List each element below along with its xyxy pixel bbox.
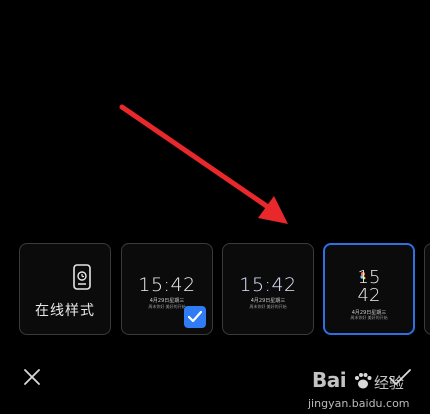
clock-style-card-3[interactable]: 15 42 4月29日星期三 周末你好 美好的开始 (323, 243, 415, 335)
watermark-brand: Bai (312, 368, 347, 392)
online-styles-card[interactable]: 在线样式 (19, 243, 111, 335)
checkmark-icon (187, 310, 203, 323)
clock-date: 4月29日星期三 (250, 298, 286, 304)
clock-style-card-4[interactable] (424, 243, 430, 335)
online-styles-label: 在线样式 (35, 303, 95, 319)
watermark-suffix: 经验 (374, 374, 405, 392)
clock-minute: 42 (357, 285, 381, 306)
clock-subtitle: 周末你好 美好的开始 (350, 315, 388, 320)
watermark-url: jingyan.baidu.com (308, 397, 410, 410)
paw-logo-icon (355, 373, 372, 389)
style-strip[interactable]: 在线样式 15:42 4月29日星期三 周末你好 美好的开始 15:42 4月2… (0, 243, 430, 337)
close-icon[interactable] (22, 367, 42, 387)
clock-time: 15:42 (138, 274, 196, 296)
watermark: Bai 经验 jingyan.baidu.com (308, 368, 430, 414)
clock-time: 15:42 (239, 274, 297, 296)
phone-style-icon (73, 264, 91, 290)
selected-check-badge (184, 306, 206, 328)
clock-style-card-1[interactable]: 15:42 4月29日星期三 周末你好 美好的开始 (121, 243, 213, 335)
annotation-arrow (119, 104, 288, 224)
clock-subtitle: 周末你好 美好的开始 (249, 304, 287, 309)
clock-style-card-2[interactable]: 15:42 4月29日星期三 周末你好 美好的开始 (222, 243, 314, 335)
clock-date: 4月29日星期三 (149, 298, 185, 304)
